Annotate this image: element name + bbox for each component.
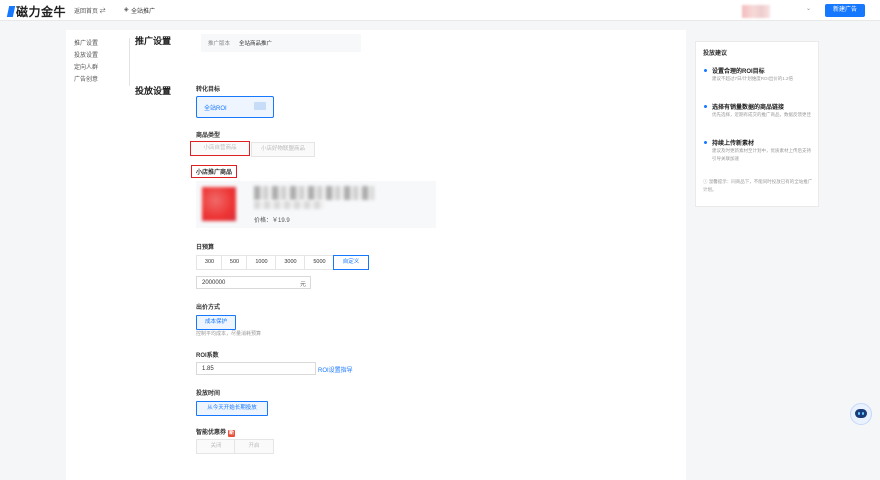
target-label: 转化目标 <box>196 87 221 93</box>
product-type-label: 商品类型 <box>196 133 221 139</box>
account-avatar[interactable] <box>742 5 770 18</box>
top-bar: 磁力金牛 返回首页 ⇄ ◈ 全站推广 ⌄ 新建广告 <box>0 0 880 21</box>
budget-option-500[interactable]: 500 <box>221 255 248 270</box>
product-type-alliance[interactable]: 小店好物联盟商品 <box>251 142 315 157</box>
form-panel: 推广设置 投放设置 定向人群 广告创意 推广设置 推广版本 全站商品推广 投放设… <box>66 30 686 480</box>
logo-icon <box>6 6 16 17</box>
product-subtitle-redacted <box>254 201 324 209</box>
roi-input[interactable]: 1.85 <box>196 362 316 375</box>
bid-hint: 控制平均成本，尽量消耗预算 <box>196 331 262 337</box>
roi-guide-link[interactable]: ROI设置指导 <box>318 365 353 374</box>
budget-option-custom[interactable]: 自定义 <box>333 255 369 270</box>
tip-body: 建议不超过7日/计划维度ROI出价的1.2倍 <box>712 76 794 81</box>
product-card[interactable]: 价格：￥19.9 <box>196 181 436 228</box>
budget-unit: 元 <box>300 282 307 288</box>
bullet-icon <box>704 69 707 72</box>
assistant-robot-icon[interactable] <box>850 403 872 425</box>
budget-option-5000[interactable]: 5000 <box>304 255 335 270</box>
tips-title: 投放建议 <box>703 51 728 57</box>
tips-card: 投放建议 设置合理的ROI目标 建议不超过7日/计划维度ROI出价的1.2倍 选… <box>695 41 819 207</box>
tips-footer: ⓘ 温馨提示：同商品下，不能同时投放已有的全站推广计划。 <box>703 179 813 192</box>
section-title-delivery: 投放设置 <box>135 86 172 96</box>
robot-face <box>855 409 867 418</box>
back-home-link[interactable]: 返回首页 ⇄ <box>74 6 106 15</box>
anchor-item[interactable]: 广告创意 <box>74 74 129 86</box>
budget-option-3000[interactable]: 3000 <box>275 255 306 270</box>
promo-version-value: 全站商品推广 <box>239 41 273 47</box>
tip-heading: 持续上传新素材 <box>712 141 755 147</box>
product-type-self[interactable]: 小店自营商品 <box>190 141 250 156</box>
anchor-item[interactable]: 推广设置 <box>74 38 129 50</box>
product-title-redacted <box>254 186 374 200</box>
product-image <box>202 187 236 221</box>
shop-product-label: 小店推广商品 <box>191 165 238 178</box>
tip-body: 优先选择，近期有成交的推广商品，数据反馈更佳 <box>712 112 811 117</box>
budget-input[interactable]: 2000000 <box>196 276 311 289</box>
new-badge: 新 <box>228 430 236 437</box>
coupon-on[interactable]: 开启 <box>234 439 274 454</box>
product-price: 价格：￥19.9 <box>254 218 290 224</box>
anchor-item[interactable]: 投放设置 <box>74 50 129 62</box>
roi-illustration-icon <box>254 102 266 110</box>
tip-heading: 设置合理的ROI目标 <box>712 69 765 75</box>
tip-heading: 选择有销量数据的商品链接 <box>712 105 785 111</box>
anchor-item[interactable]: 定向人群 <box>74 62 129 74</box>
coupon-off[interactable]: 关闭 <box>196 439 236 454</box>
chevron-down-icon[interactable]: ⌄ <box>806 5 811 12</box>
breadcrumb: 全站推广 <box>131 9 156 15</box>
new-ad-button[interactable]: 新建广告 <box>825 4 865 17</box>
budget-option-300[interactable]: 300 <box>196 255 223 270</box>
roi-label: ROI系数 <box>196 353 219 359</box>
time-long-term[interactable]: 从今天开始长期投放 <box>196 401 268 416</box>
budget-option-1000[interactable]: 1000 <box>246 255 277 270</box>
budget-label: 日预算 <box>196 245 215 251</box>
promo-version-box: 推广版本 全站商品推广 <box>201 34 361 52</box>
time-label: 投放时间 <box>196 391 221 397</box>
promo-icon: ◈ <box>124 7 129 13</box>
bid-cost-protect[interactable]: 成本保护 <box>196 315 236 330</box>
bullet-icon <box>704 105 707 108</box>
roi-target-option[interactable]: 全站ROI <box>196 96 274 118</box>
app-logo[interactable]: 磁力金牛 <box>6 3 66 20</box>
coupon-label: 智能优惠券新 <box>196 430 236 437</box>
section-title-promo: 推广设置 <box>135 36 172 46</box>
anchor-nav: 推广设置 投放设置 定向人群 广告创意 <box>66 38 130 86</box>
promo-version-label: 推广版本 <box>208 41 231 47</box>
roi-target-label: 全站ROI <box>204 106 227 112</box>
tip-body: 建议及时更新素材至计划中，优质素材上传后支持引导关联加速 <box>712 148 811 161</box>
bullet-icon <box>704 141 707 144</box>
bid-label: 出价方式 <box>196 305 221 311</box>
